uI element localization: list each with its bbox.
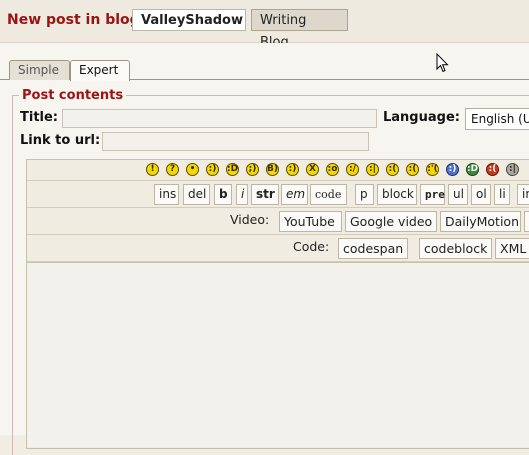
codeblock-button[interactable]: codeblock <box>419 238 492 259</box>
emphasis-button[interactable]: em <box>281 184 308 205</box>
more-video-button[interactable] <box>524 211 529 232</box>
tab-simple[interactable]: Simple <box>9 60 70 80</box>
list-item-button[interactable]: li <box>494 184 510 205</box>
evil-smiley-icon[interactable]: X <box>306 163 319 176</box>
grin-smiley-icon[interactable]: :D <box>226 163 239 176</box>
question-smiley-icon[interactable]: ? <box>166 163 179 176</box>
code-button[interactable]: code <box>310 184 347 205</box>
ins-button[interactable]: ins <box>154 184 179 205</box>
link-url-input[interactable] <box>102 132 369 151</box>
title-label: Title: <box>20 110 59 125</box>
unordered-list-button[interactable]: ul <box>448 184 468 205</box>
tab-expert[interactable]: Expert <box>70 60 130 81</box>
mouse-pointer-icon <box>436 53 449 73</box>
cry-smiley-icon[interactable]: :'( <box>426 163 439 176</box>
strong-button[interactable]: str <box>251 184 279 205</box>
green-smiley-icon[interactable]: :D <box>466 163 479 176</box>
blog-selector-bar: New post in blog: ValleyShadow Writing B… <box>0 0 529 50</box>
red-smiley-icon[interactable]: :( <box>486 163 499 176</box>
confused-smiley-icon[interactable]: :/ <box>346 163 359 176</box>
bold-button[interactable]: b <box>214 184 232 205</box>
sad-smiley-icon[interactable]: :( <box>386 163 399 176</box>
neutral-smiley-icon[interactable]: :| <box>366 163 379 176</box>
del-button[interactable]: del <box>183 184 210 205</box>
youtube-button[interactable]: YouTube <box>279 211 342 232</box>
surprised-smiley-icon[interactable]: :o <box>326 163 339 176</box>
xml-button[interactable]: XML <box>495 238 529 259</box>
blog-selector-label: New post in blog: <box>7 12 146 28</box>
blog-button-writing-blog[interactable]: Writing Blog <box>251 9 348 50</box>
video-label: Video: <box>230 212 270 227</box>
paragraph-button[interactable]: p <box>355 184 374 205</box>
happy-smiley-icon[interactable]: :) <box>286 163 299 176</box>
language-label: Language: <box>383 110 460 125</box>
pre-button[interactable]: pre <box>420 184 445 205</box>
block-button[interactable]: block <box>377 184 417 205</box>
post-body-textarea[interactable] <box>27 262 529 447</box>
code-label: Code: <box>293 239 330 254</box>
title-input[interactable] <box>62 109 377 128</box>
blog-button-valleyshadow[interactable]: ValleyShadow <box>132 9 246 31</box>
google-video-button[interactable]: Google video <box>345 211 437 232</box>
idea-smiley-icon[interactable]: • <box>186 163 199 176</box>
blue-smiley-icon[interactable]: :) <box>446 163 459 176</box>
language-select[interactable]: English (U <box>465 108 529 130</box>
exclamation-smiley-icon[interactable]: ! <box>146 163 159 176</box>
more-format-button[interactable]: in <box>517 184 529 205</box>
post-contents-legend: Post contents <box>19 88 127 103</box>
dailymotion-button[interactable]: DailyMotion <box>440 211 521 232</box>
link-url-label: Link to url: <box>20 133 101 148</box>
cool-smiley-icon[interactable]: B) <box>266 163 279 176</box>
codespan-button[interactable]: codespan <box>338 238 408 259</box>
ordered-list-button[interactable]: ol <box>471 184 491 205</box>
gray-smiley-icon[interactable]: :| <box>506 163 519 176</box>
wink-smiley-icon[interactable]: ;) <box>246 163 259 176</box>
smile-smiley-icon[interactable]: :) <box>206 163 219 176</box>
italic-button[interactable]: i <box>236 184 248 205</box>
frown-smiley-icon[interactable]: :( <box>406 163 419 176</box>
